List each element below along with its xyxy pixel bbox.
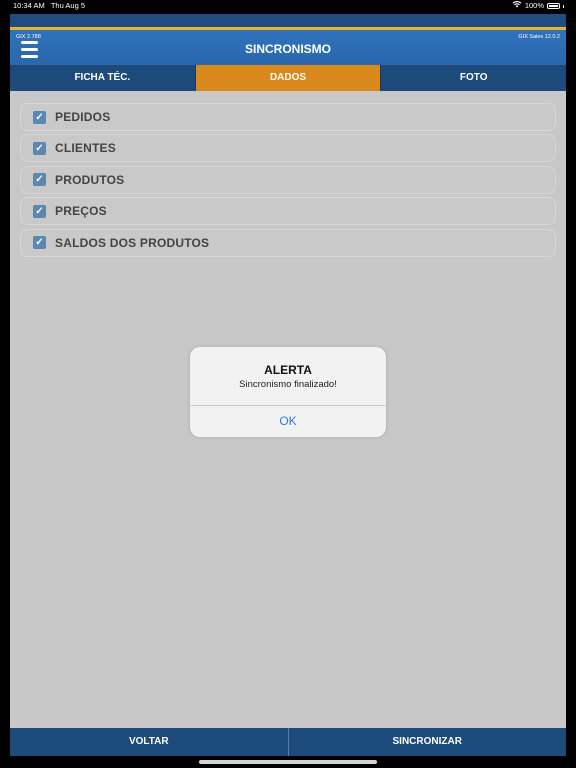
- app-version-right: GIX Sales 12.0.2: [518, 34, 560, 40]
- checkbox-checked-icon[interactable]: ✓: [33, 204, 46, 218]
- sync-option-label: PRODUTOS: [55, 172, 125, 187]
- tab-foto[interactable]: FOTO: [380, 65, 566, 91]
- sync-option-clientes[interactable]: ✓ CLIENTES: [20, 134, 556, 163]
- sync-option-label: SALDOS DOS PRODUTOS: [55, 235, 210, 250]
- wifi-icon: [512, 0, 522, 12]
- status-time: 10:34 AM: [13, 1, 45, 10]
- alert-ok-button[interactable]: OK: [190, 406, 386, 437]
- checkbox-checked-icon[interactable]: ✓: [33, 110, 46, 124]
- sync-option-label: PEDIDOS: [55, 110, 111, 124]
- sync-option-produtos[interactable]: ✓ PRODUTOS: [20, 165, 556, 194]
- page-title: SINCRONISMO: [244, 42, 331, 56]
- tab-bar: FICHA TÉC. DADOS FOTO: [10, 65, 566, 91]
- status-bar-left: 10:34 AM Thu Aug 5: [13, 0, 85, 12]
- alert-message: Sincronismo finalizado!: [239, 379, 337, 390]
- alert-title: ALERTA: [264, 363, 312, 377]
- sync-option-saldos[interactable]: ✓ SALDOS DOS PRODUTOS: [20, 228, 556, 257]
- sync-option-pedidos[interactable]: ✓ PEDIDOS: [20, 103, 556, 131]
- checkbox-checked-icon[interactable]: ✓: [33, 173, 46, 187]
- battery-percent: 100%: [524, 1, 544, 10]
- tab-dados[interactable]: DADOS: [194, 65, 381, 91]
- status-date: Thu Aug 5: [50, 1, 86, 10]
- status-bar: 10:34 AM Thu Aug 5 100%: [0, 0, 576, 12]
- battery-tip: [563, 4, 564, 8]
- sync-option-label: PREÇOS: [55, 204, 107, 219]
- sync-button[interactable]: SINCRONIZAR: [287, 728, 566, 756]
- app-version-left: GIX 2.788: [16, 34, 41, 40]
- battery-icon: [547, 3, 560, 9]
- home-indicator[interactable]: [199, 760, 377, 764]
- sync-option-precos[interactable]: ✓ PREÇOS: [20, 197, 556, 226]
- tab-ficha-tec[interactable]: FICHA TÉC.: [10, 65, 195, 91]
- checkbox-checked-icon[interactable]: ✓: [33, 236, 46, 250]
- footer-bar: VOLTAR SINCRONIZAR: [10, 728, 566, 756]
- sync-options-list: ✓ PEDIDOS ✓ CLIENTES ✓ PRODUTOS ✓ PREÇOS…: [20, 103, 556, 260]
- checkbox-checked-icon[interactable]: ✓: [33, 141, 46, 155]
- alert-dialog: ALERTA Sincronismo finalizado! OK: [190, 347, 386, 437]
- sync-option-label: CLIENTES: [55, 141, 116, 156]
- back-button[interactable]: VOLTAR: [10, 728, 288, 756]
- app-header: GIX 2.788 GIX Sales 12.0.2 SINCRONISMO: [10, 14, 566, 65]
- status-bar-right: 100%: [512, 0, 564, 12]
